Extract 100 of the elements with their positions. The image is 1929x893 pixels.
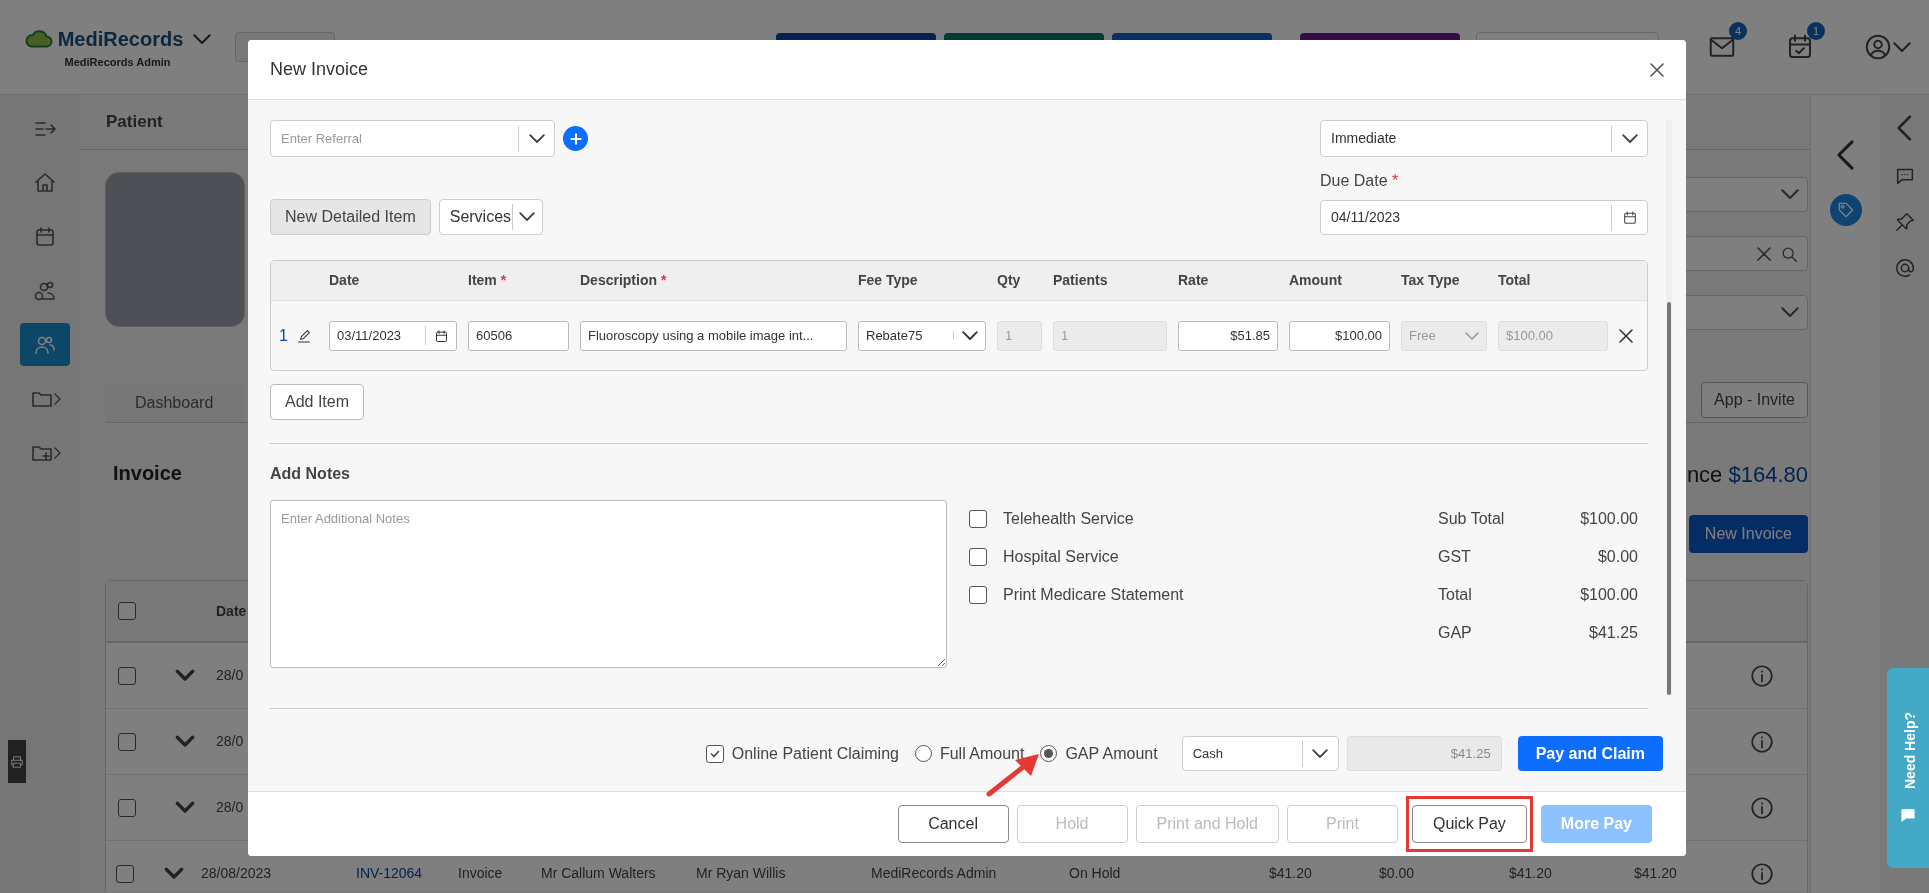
referral-select[interactable]: Enter Referral: [270, 120, 555, 157]
edit-icon[interactable]: [295, 327, 312, 344]
column-header: Amount: [1289, 271, 1343, 290]
row-checkbox[interactable]: [118, 732, 136, 751]
chevron-down-icon: [519, 212, 536, 222]
mention-icon[interactable]: [1893, 257, 1916, 279]
total-label: Total: [1438, 585, 1472, 605]
info-icon[interactable]: [1749, 728, 1775, 755]
new-invoice-button[interactable]: New Invoice: [1688, 515, 1808, 553]
chevron-down-icon: [1781, 189, 1799, 200]
payment-method-select[interactable]: Cash: [1181, 736, 1339, 771]
column-header: Date: [216, 602, 247, 619]
table-cell: Invoice: [458, 865, 503, 881]
description-field[interactable]: Fluoroscopy using a mobile image int...: [580, 320, 847, 351]
column-header: Tax Type: [1401, 271, 1461, 290]
checkbox[interactable]: [969, 586, 987, 604]
plus-icon: [567, 130, 584, 147]
expand-chevron-icon[interactable]: [165, 868, 184, 879]
item-field[interactable]: 60506: [468, 320, 569, 351]
checkbox-label: Online Patient Claiming: [731, 743, 899, 764]
print-tab[interactable]: [8, 740, 26, 783]
clear-icon[interactable]: [1757, 246, 1771, 261]
timing-select[interactable]: Immediate: [1320, 120, 1648, 157]
radio-button[interactable]: [914, 745, 932, 762]
home-icon: [33, 170, 57, 195]
column-header: Item *: [468, 271, 508, 290]
notes-field[interactable]: Enter Additional Notes: [270, 500, 947, 668]
count-badge: 1: [1807, 22, 1825, 40]
date-field[interactable]: 03/11/2023: [329, 320, 457, 351]
radio-label: GAP Amount: [1065, 743, 1158, 764]
total-label: GAP: [1438, 623, 1472, 643]
printer-icon: [10, 754, 24, 769]
table-cell: Mr Ryan Willis: [696, 865, 786, 881]
qty-field[interactable]: 1: [997, 320, 1042, 351]
table-cell: 28/0: [216, 799, 244, 815]
tax-type-select[interactable]: Free: [1401, 320, 1487, 351]
table-cell: 28/0: [216, 667, 244, 683]
total-label: Sub Total: [1438, 509, 1505, 529]
row-checkbox[interactable]: [115, 864, 134, 883]
calendar-icon[interactable]: [434, 328, 449, 344]
chevron-down-icon: [528, 133, 545, 144]
table-cell: $41.20: [1634, 865, 1677, 881]
dialog-title: New Invoice: [270, 58, 369, 81]
payment-amount-field[interactable]: $41.25: [1346, 736, 1502, 771]
pay-and-claim-button[interactable]: Pay and Claim: [1517, 736, 1663, 771]
total-field[interactable]: $100.00: [1498, 320, 1608, 351]
footer-button[interactable]: Quick Pay: [1411, 805, 1527, 843]
radio-button[interactable]: [1040, 745, 1058, 762]
checkbox[interactable]: [969, 548, 987, 566]
column-header: Rate: [1178, 271, 1210, 290]
checkbox[interactable]: [969, 510, 987, 528]
rate-field[interactable]: $51.85: [1178, 320, 1278, 351]
table-cell: 28/0: [216, 733, 244, 749]
column-header: Patients: [1053, 271, 1109, 290]
expand-chevron-icon[interactable]: [176, 736, 194, 747]
invoice-link[interactable]: INV-12064: [356, 865, 423, 881]
services-dropdown[interactable]: Services: [438, 199, 543, 235]
chevron-down-icon[interactable]: [1893, 41, 1911, 53]
tag-icon[interactable]: [1829, 194, 1862, 226]
row-checkbox[interactable]: [118, 666, 136, 685]
info-icon[interactable]: [1749, 794, 1775, 821]
table-cell: On Hold: [1069, 865, 1121, 881]
chevron-down-icon: [1621, 133, 1638, 144]
due-date-field[interactable]: 04/11/2023: [1320, 200, 1648, 235]
calendar-icon[interactable]: [1621, 209, 1638, 226]
checkbox[interactable]: [705, 744, 724, 763]
expand-chevron-icon[interactable]: [176, 670, 194, 681]
total-value: $100.00: [1580, 509, 1638, 529]
table-cell: Mr Callum Walters: [541, 865, 656, 881]
add-referral-button[interactable]: [563, 126, 588, 151]
chevron-down-icon: [1312, 748, 1329, 759]
chevron-down-icon[interactable]: [193, 33, 212, 44]
info-icon[interactable]: [1749, 860, 1775, 887]
chevron-down-icon: [961, 330, 978, 341]
user-avatar-icon[interactable]: [1863, 32, 1893, 62]
total-value: $0.00: [1597, 547, 1638, 567]
expand-panel-icon[interactable]: [1897, 115, 1912, 141]
add-item-button[interactable]: Add Item: [270, 384, 365, 420]
info-icon[interactable]: [1749, 662, 1775, 689]
sidebar-item[interactable]: [20, 323, 70, 366]
row-checkbox[interactable]: [118, 798, 136, 817]
collapse-panel-icon[interactable]: [1837, 140, 1854, 170]
remove-row-icon[interactable]: [1619, 329, 1633, 344]
app-invite-button[interactable]: App - Invite: [1701, 382, 1808, 418]
footer-button[interactable]: Cancel: [897, 805, 1009, 843]
amount-field[interactable]: $100.00: [1289, 320, 1390, 351]
pin-icon[interactable]: [1893, 211, 1916, 233]
new-detailed-item-button[interactable]: New Detailed Item: [270, 199, 431, 235]
select-all-checkbox[interactable]: [118, 602, 136, 620]
section-label: Add Notes: [270, 464, 351, 484]
section-title: Invoice: [112, 461, 182, 486]
row-number: 1: [279, 325, 288, 346]
scrollbar[interactable]: [1666, 120, 1672, 695]
help-tab[interactable]: Need Help?: [1887, 668, 1929, 868]
fee-type-select[interactable]: Rebate75: [858, 320, 986, 351]
expand-chevron-icon[interactable]: [176, 802, 194, 813]
close-icon: [1650, 63, 1664, 78]
chevron-right-icon: [53, 392, 61, 405]
patients-field[interactable]: 1: [1053, 320, 1167, 351]
radio-label: Full Amount: [939, 743, 1025, 764]
